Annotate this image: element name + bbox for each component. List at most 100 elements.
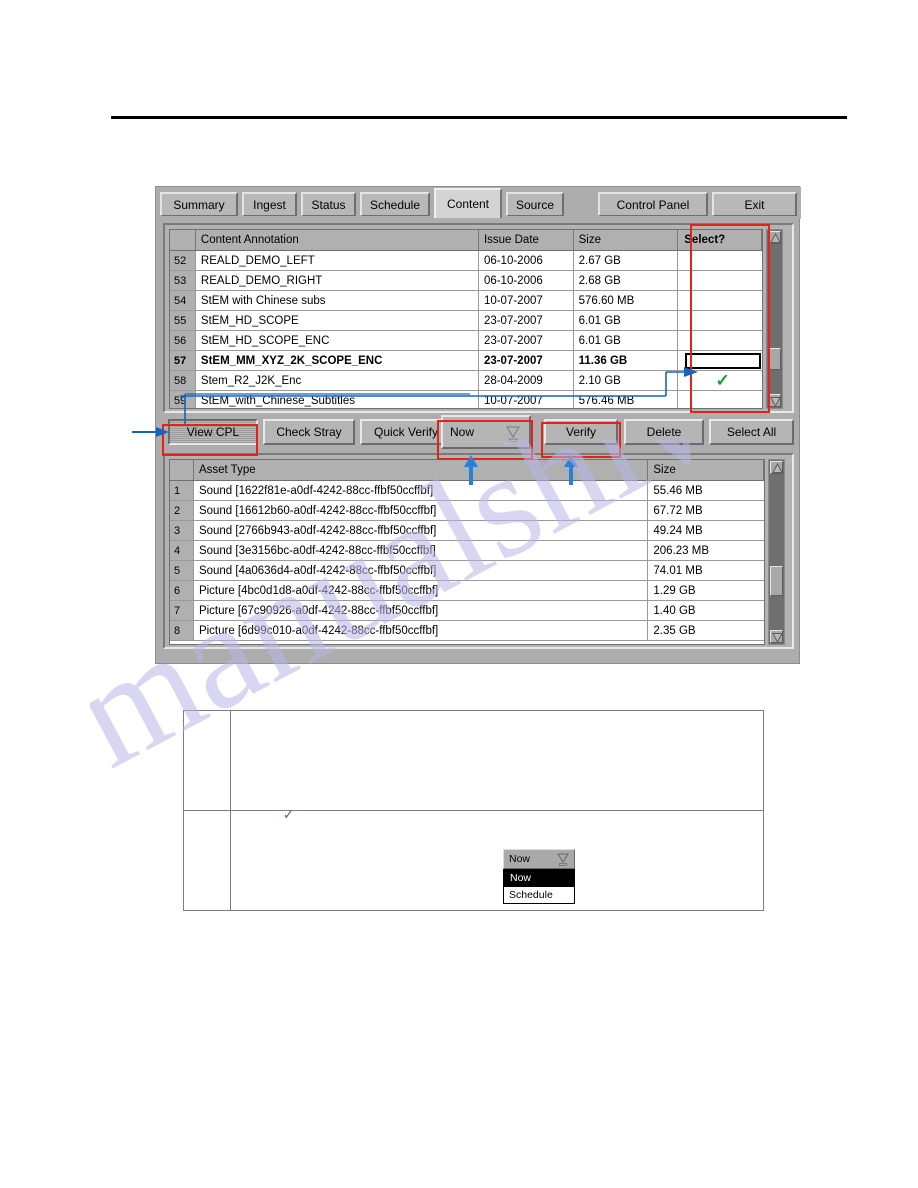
legend-cell-desc-2: Now Now Schedule (231, 811, 763, 910)
asset-grid-row[interactable]: 6 Picture [4bc0d1d8-a0df-4242-88cc-ffbf50… (170, 581, 764, 601)
content-grid-row[interactable]: 57 StEM_MM_XYZ_2K_SCOPE_ENC 23-07-2007 11.3… (170, 351, 762, 371)
button-exit[interactable]: Exit (712, 192, 797, 216)
select-focus-box[interactable] (684, 352, 761, 369)
content-cell-select[interactable] (678, 391, 762, 408)
legend-dropdown-option-schedule[interactable]: Schedule (504, 886, 574, 903)
asset-cell-type: Sound [2766b943-a0df-4242-88cc-ffbf50ccf… (193, 521, 649, 540)
quick-verify-button[interactable]: Quick Verify (360, 419, 452, 445)
scroll-up-arrow-icon[interactable] (770, 461, 783, 474)
content-header-cell[interactable]: Size (573, 230, 679, 250)
tab-content[interactable]: Content (434, 188, 502, 218)
content-cell-select[interactable] (678, 271, 762, 290)
tab-status[interactable]: Status (301, 192, 356, 216)
asset-grid-scrollbar[interactable] (768, 459, 785, 645)
asset-cell-size: 74.01 MB (648, 561, 764, 580)
tab-ingest[interactable]: Ingest (242, 192, 297, 216)
delete-button[interactable]: Delete (624, 419, 704, 445)
asset-cell-idx: 2 (170, 501, 194, 520)
check-stray-button[interactable]: Check Stray (263, 419, 355, 445)
legend-dropdown-value: Now (509, 853, 531, 865)
content-cell-select[interactable]: ✓ (678, 371, 762, 390)
select-all-label: Select All (726, 425, 777, 439)
scroll-thumb[interactable] (770, 566, 783, 596)
asset-cell-type: Sound [1622f81e-a0df-4242-88cc-ffbf50ccf… (193, 481, 649, 500)
content-cell-select[interactable] (678, 351, 762, 370)
content-grid-row[interactable]: 59 StEM_with_Chinese_Subtitles 10-07-2007 5… (170, 391, 762, 408)
content-grid-row[interactable]: 54 StEM with Chinese subs 10-07-2007 576.60… (170, 291, 762, 311)
content-cell-select[interactable] (678, 251, 762, 270)
content-header-cell[interactable]: Content Annotation (195, 230, 479, 250)
control-panel-label: Control Panel (616, 197, 690, 212)
view-cpl-button[interactable]: View CPL (168, 419, 258, 445)
select-all-button[interactable]: Select All (709, 419, 794, 445)
content-cell-annot: Stem_R2_J2K_Enc (195, 371, 479, 390)
tab-source[interactable]: Source (506, 192, 564, 216)
tab-strip: Summary Ingest Status Schedule Content S… (156, 187, 801, 219)
asset-cell-type: Picture [4bc0d1d8-a0df-4242-88cc-ffbf50c… (193, 581, 649, 600)
asset-grid-row[interactable]: 2 Sound [16612b60-a0df-4242-88cc-ffbf50cc… (170, 501, 764, 521)
button-control-panel[interactable]: Control Panel (598, 192, 708, 216)
scroll-up-arrow-icon[interactable] (768, 231, 781, 244)
content-cell-date: 10-07-2007 (478, 391, 574, 408)
asset-cell-size: 49.24 MB (648, 521, 764, 540)
asset-header-cell[interactable]: Asset Type (193, 460, 649, 480)
asset-grid-row[interactable]: 1 Sound [1622f81e-a0df-4242-88cc-ffbf50cc… (170, 481, 764, 501)
content-cell-select[interactable] (678, 311, 762, 330)
content-cell-size: 2.68 GB (573, 271, 679, 290)
asset-grid-row[interactable]: 5 Sound [4a0636d4-a0df-4242-88cc-ffbf50cc… (170, 561, 764, 581)
asset-cell-type: Picture [67c90926-a0df-4242-88cc-ffbf50c… (193, 601, 649, 620)
verify-button[interactable]: Verify (544, 419, 618, 445)
legend-dropdown-options[interactable]: Now Schedule (503, 869, 575, 904)
content-header-cell[interactable]: Issue Date (478, 230, 574, 250)
asset-header-cell[interactable] (170, 460, 194, 480)
asset-grid[interactable]: Asset Type Size 1 Sound [1622f81e-a0df-4242… (169, 459, 765, 645)
content-cell-size: 2.67 GB (573, 251, 679, 270)
asset-grid-row[interactable]: 4 Sound [3e3156bc-a0df-4242-88cc-ffbf50cc… (170, 541, 764, 561)
asset-grid-header-row: Asset Type Size (170, 460, 764, 481)
content-cell-select[interactable] (678, 331, 762, 350)
content-cell-select[interactable] (678, 291, 762, 310)
check-icon: ✓ (715, 371, 730, 390)
legend-dropdown-option-now[interactable]: Now (504, 869, 574, 886)
content-cell-annot: REALD_DEMO_RIGHT (195, 271, 479, 290)
content-grid-scrollbar[interactable] (766, 229, 783, 409)
asset-cell-size: 1.40 GB (648, 601, 764, 620)
content-cell-size: 576.46 MB (573, 391, 679, 408)
legend-table: ✓ Now Now Schedule (183, 710, 764, 911)
legend-cell-desc-1: ✓ (231, 711, 763, 822)
asset-header-cell[interactable]: Size (648, 460, 764, 480)
content-grid-row[interactable]: 55 StEM_HD_SCOPE 23-07-2007 6.01 GB (170, 311, 762, 331)
asset-cell-idx: 5 (170, 561, 194, 580)
content-cell-size: 11.36 GB (573, 351, 679, 370)
content-cell-idx: 52 (170, 251, 196, 270)
asset-grid-row[interactable]: 7 Picture [67c90926-a0df-4242-88cc-ffbf50… (170, 601, 764, 621)
tab-summary[interactable]: Summary (160, 192, 238, 216)
asset-cell-size: 67.72 MB (648, 501, 764, 520)
content-grid-row[interactable]: 58 Stem_R2_J2K_Enc 28-04-2009 2.10 GB ✓ (170, 371, 762, 391)
content-header-cell[interactable] (170, 230, 196, 250)
content-cell-idx: 56 (170, 331, 196, 350)
scroll-down-arrow-icon[interactable] (770, 630, 783, 644)
content-cell-annot: REALD_DEMO_LEFT (195, 251, 479, 270)
content-cell-idx: 55 (170, 311, 196, 330)
content-grid-row[interactable]: 56 StEM_HD_SCOPE_ENC 23-07-2007 6.01 GB (170, 331, 762, 351)
tab-schedule[interactable]: Schedule (360, 192, 430, 216)
content-cell-annot: StEM_HD_SCOPE (195, 311, 479, 330)
content-grid-row[interactable]: 53 REALD_DEMO_RIGHT 06-10-2006 2.68 GB (170, 271, 762, 291)
content-grid[interactable]: Content Annotation Issue Date Size Select? 5… (169, 229, 763, 409)
asset-cell-idx: 7 (170, 601, 194, 620)
schedule-mode-combobox[interactable]: Now (441, 415, 531, 449)
scroll-down-arrow-icon[interactable] (768, 394, 781, 408)
content-cell-size: 576.60 MB (573, 291, 679, 310)
content-header-cell[interactable]: Select? (678, 230, 762, 250)
legend-dropdown-head[interactable]: Now (503, 849, 575, 869)
check-stray-label: Check Stray (276, 425, 342, 439)
asset-cell-type: Sound [3e3156bc-a0df-4242-88cc-ffbf50ccf… (193, 541, 649, 560)
tab-summary-label: Summary (173, 197, 225, 212)
asset-grid-row[interactable]: 3 Sound [2766b943-a0df-4242-88cc-ffbf50cc… (170, 521, 764, 541)
scroll-thumb[interactable] (768, 348, 781, 370)
asset-grid-row[interactable]: 8 Picture [6d99c010-a0df-4242-88cc-ffbf50… (170, 621, 764, 641)
legend-schedule-dropdown[interactable]: Now Now Schedule (503, 849, 575, 904)
content-cell-idx: 57 (170, 351, 196, 370)
content-grid-row[interactable]: 52 REALD_DEMO_LEFT 06-10-2006 2.67 GB (170, 251, 762, 271)
